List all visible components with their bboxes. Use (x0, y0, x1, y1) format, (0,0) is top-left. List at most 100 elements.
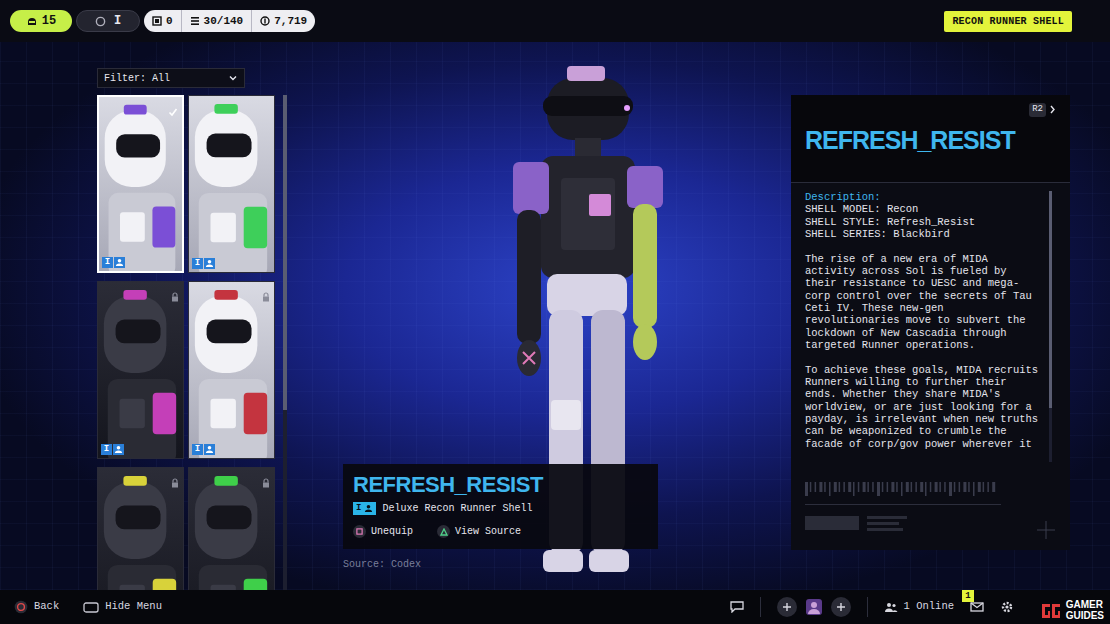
crosshair-icon (1036, 520, 1056, 540)
chevron-right-icon (1049, 105, 1056, 114)
r2-key: R2 (1029, 103, 1046, 117)
counter: 30/140 (181, 10, 252, 32)
shell-thumbnail (99, 97, 182, 271)
runner-icon (114, 257, 125, 268)
hide-menu-label: Hide Menu (105, 599, 162, 615)
tier-tag: I (101, 444, 112, 455)
notification-badge: 1 (962, 590, 974, 602)
player-avatar[interactable] (805, 598, 823, 616)
barcode-icon (805, 482, 1001, 540)
separator (760, 597, 761, 617)
invite-button[interactable] (831, 597, 851, 617)
back-label: Back (34, 599, 59, 615)
scrollbar-thumb[interactable] (1049, 191, 1052, 408)
stack-icon (190, 16, 200, 26)
hint-row: R2 (805, 103, 1056, 117)
ring-icon (95, 16, 106, 27)
chevron-down-icon (228, 73, 238, 83)
bottom-left: Back Hide Menu (14, 599, 162, 615)
rank-value: I (114, 12, 121, 30)
description-paragraph: To achieve these goals, MIDA recruits Ru… (805, 364, 1041, 451)
settings-icon (1000, 600, 1014, 614)
shell-thumbnail (189, 96, 274, 272)
runner-icon (364, 504, 373, 513)
next-hint[interactable]: R2 (1029, 103, 1056, 117)
shell-list-panel: Filter: All I I I I (97, 42, 290, 590)
counter-value: 7,719 (274, 13, 307, 30)
people-icon (884, 602, 898, 613)
details-title: REFRESH_RESIST (805, 127, 1056, 155)
scrollbar[interactable] (283, 95, 287, 590)
shell-card[interactable]: I (97, 95, 184, 273)
action-button[interactable]: Unequip (353, 524, 413, 539)
shell-grid: I I I I (97, 95, 275, 590)
touchpad-icon (83, 602, 99, 613)
tier-tag: I (192, 444, 203, 455)
stage: Filter: All I I I I (0, 42, 1110, 590)
spec-line: SHELL MODEL: Recon (805, 203, 1041, 215)
action-row: Unequip View Source (353, 524, 648, 539)
shell-thumbnail (98, 468, 183, 590)
party-slots (777, 597, 851, 617)
tier-tag-row: I (102, 257, 125, 268)
coin-icon (260, 16, 270, 26)
chat-button[interactable] (730, 601, 744, 613)
counter-group: 0 30/140 7,719 (144, 10, 315, 32)
shell-card[interactable]: I (97, 281, 184, 459)
back-button[interactable]: Back (14, 599, 59, 615)
watermark: GAMERGUIDES (1040, 600, 1104, 621)
spec-line: SHELL STYLE: Refresh_Resist (805, 216, 1041, 228)
online-label: 1 Online (904, 599, 954, 615)
preview-area: REFRESH_RESISTIDeluxe Recon Runner Shell… (290, 42, 791, 590)
watermark-line: GAMER (1066, 600, 1104, 611)
settings-button[interactable] (1000, 600, 1014, 614)
counter-value: 0 (166, 13, 173, 30)
separator (867, 597, 868, 617)
tier-tag-row: I (192, 258, 215, 269)
preview-card: REFRESH_RESISTIDeluxe Recon Runner Shell… (343, 464, 658, 549)
shell-card[interactable] (188, 467, 275, 590)
lock-icon (262, 285, 270, 309)
counter: 7,719 (251, 10, 315, 32)
shell-card[interactable]: I (188, 95, 275, 273)
invite-button[interactable] (777, 597, 797, 617)
shell-card[interactable]: I (188, 281, 275, 459)
action-label: Unequip (371, 524, 413, 539)
hide-menu-button[interactable]: Hide Menu (83, 599, 162, 615)
spec-line: SHELL SERIES: Blackbird (805, 228, 1041, 240)
shell-thumbnail (189, 282, 274, 458)
online-friends[interactable]: 1 Online (884, 599, 954, 615)
tier-tag: I (192, 258, 203, 269)
filter-dropdown[interactable]: Filter: All (97, 68, 245, 88)
filter-label: Filter: All (104, 71, 170, 86)
check-icon (168, 100, 178, 124)
shell-thumbnail (189, 468, 274, 590)
shell-card[interactable] (97, 467, 184, 590)
mail-icon (970, 602, 984, 612)
lock-icon (171, 471, 179, 495)
description: Description:SHELL MODEL: ReconSHELL STYL… (805, 191, 1041, 462)
action-button[interactable]: View Source (437, 524, 521, 539)
plus-icon (782, 602, 792, 612)
watermark-line: GUIDES (1066, 611, 1104, 622)
details-body: Description:SHELL MODEL: ReconSHELL STYL… (791, 183, 1070, 468)
description-scrollbar[interactable] (1049, 191, 1052, 462)
details-header: R2 REFRESH_RESIST (791, 95, 1070, 183)
square-button-icon (353, 525, 366, 538)
counter-value: 30/140 (204, 13, 244, 30)
tier-tag: I (353, 502, 376, 516)
runner-icon (204, 444, 215, 455)
mode-button[interactable]: RECON RUNNER SHELL (944, 11, 1072, 32)
plus-icon (836, 602, 846, 612)
level-value: 15 (42, 12, 56, 30)
avatar-icon (805, 598, 823, 616)
scrollbar-thumb[interactable] (283, 95, 287, 410)
bottom-right: 1 Online 1 (730, 597, 1014, 617)
screen: 15 I 0 30/140 7,719 RECON RUNNER SHELL Filter… (0, 0, 1110, 624)
spec-list: SHELL MODEL: ReconSHELL STYLE: Refresh_R… (805, 203, 1041, 240)
top-bar: 15 I 0 30/140 7,719 RECON RUNNER SHELL (0, 0, 1110, 42)
rank-badge: I (76, 10, 140, 32)
mail-button[interactable]: 1 (970, 602, 984, 612)
shell-thumbnail (98, 282, 183, 458)
decor-block (791, 476, 1070, 550)
